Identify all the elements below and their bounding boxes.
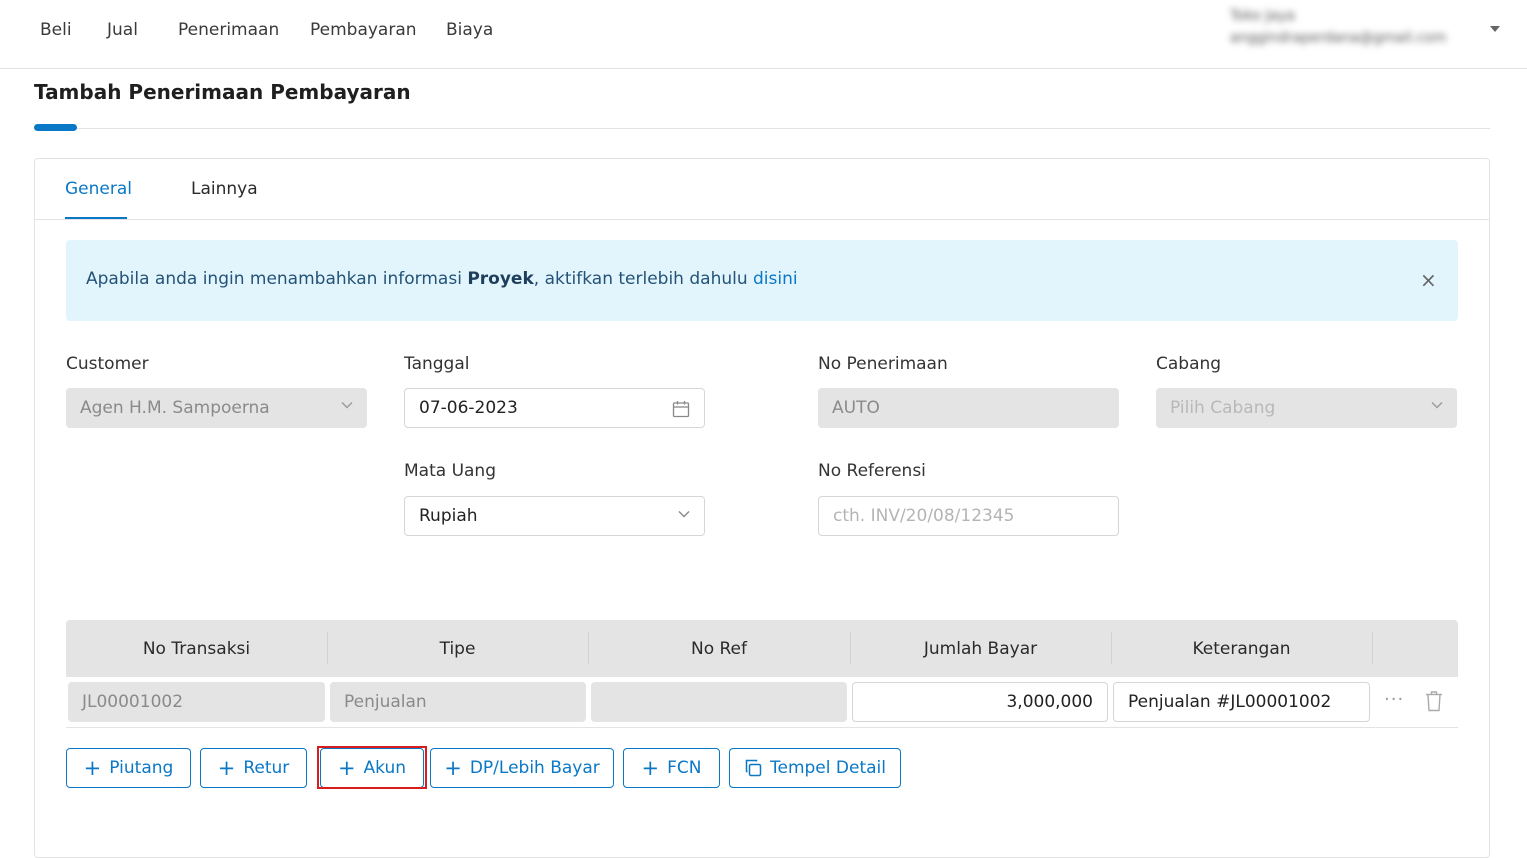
cabang-label: Cabang [1156, 354, 1222, 374]
caret-down-icon[interactable] [1490, 26, 1500, 32]
top-navigation: Beli Jual Penerimaan Pembayaran Biaya To… [0, 0, 1527, 69]
tab-lainnya[interactable]: Lainnya [191, 179, 258, 199]
banner-text-before: Apabila anda ingin menambahkan informasi [86, 269, 468, 289]
customer-label: Customer [66, 354, 149, 374]
no-referensi-label: No Referensi [818, 461, 926, 481]
no-penerimaan-value: AUTO [832, 398, 880, 418]
tab-general[interactable]: General [65, 179, 132, 199]
customer-select[interactable]: Agen H.M. Sampoerna [66, 388, 367, 428]
add-dp-label: DP/Lebih Bayar [469, 758, 600, 778]
tanggal-label: Tanggal [404, 354, 470, 374]
add-fcn-label: FCN [667, 758, 702, 778]
nav-item-biaya[interactable]: Biaya [446, 20, 493, 40]
table-row: JL00001002 Penjualan 3,000,000 Penjualan… [66, 677, 1458, 728]
more-options-icon[interactable]: ··· [1384, 689, 1404, 710]
column-header-tipe: Tipe [439, 638, 476, 659]
chevron-down-icon [1431, 402, 1443, 409]
keterangan-input[interactable]: Penjualan #JL00001002 [1113, 682, 1370, 722]
tipe-cell: Penjualan [330, 682, 586, 722]
add-retur-label: Retur [243, 758, 290, 778]
plus-icon: + [444, 755, 462, 780]
column-header-keterangan: Keterangan [1192, 638, 1291, 659]
add-dp-lebih-bayar-button[interactable]: + DP/Lebih Bayar [430, 748, 614, 788]
calendar-icon[interactable] [672, 400, 690, 418]
plus-icon: + [641, 755, 660, 780]
close-icon[interactable]: × [1420, 268, 1437, 292]
banner-link-disini[interactable]: disini [753, 269, 798, 289]
add-fcn-button[interactable]: + FCN [623, 748, 720, 788]
banner-message: Apabila anda ingin menambahkan informasi… [86, 269, 798, 289]
nav-item-pembayaran[interactable]: Pembayaran [310, 20, 417, 40]
user-menu[interactable]: Toko Jaya anggindraperdana@gmail.com [1230, 8, 1480, 46]
banner-bold-text: Proyek [467, 269, 534, 289]
form-card: General Lainnya Apabila anda ingin menam… [34, 158, 1490, 858]
plus-icon: + [337, 755, 356, 780]
no-penerimaan-field: AUTO [818, 388, 1119, 428]
trash-icon[interactable] [1424, 690, 1444, 712]
jumlah-bayar-input[interactable]: 3,000,000 [852, 682, 1108, 722]
cabang-select[interactable]: Pilih Cabang [1156, 388, 1457, 428]
title-divider [34, 128, 1490, 129]
table-header: No Transaksi Tipe No Ref Jumlah Bayar Ke… [66, 620, 1458, 677]
no-referensi-input[interactable]: cth. INV/20/08/12345 [818, 496, 1119, 536]
user-email: anggindraperdana@gmail.com [1230, 30, 1447, 46]
add-akun-button[interactable]: + Akun [320, 748, 424, 788]
chevron-down-icon [341, 402, 353, 409]
no-penerimaan-label: No Penerimaan [818, 354, 948, 374]
tanggal-value: 07-06-2023 [419, 398, 518, 418]
tempel-detail-label: Tempel Detail [770, 758, 886, 778]
no-ref-cell [591, 682, 847, 722]
cabang-placeholder: Pilih Cabang [1170, 398, 1276, 418]
column-divider [1372, 632, 1373, 664]
mata-uang-select[interactable]: Rupiah [404, 496, 705, 536]
page-title: Tambah Penerimaan Pembayaran [34, 80, 411, 104]
add-piutang-label: Piutang [109, 758, 174, 778]
nav-item-penerimaan[interactable]: Penerimaan [178, 20, 279, 40]
active-tab-indicator [65, 217, 127, 219]
banner-text-after: , aktifkan terlebih dahulu [533, 269, 754, 289]
add-retur-button[interactable]: + Retur [200, 748, 307, 788]
copy-icon [745, 759, 762, 777]
mata-uang-value: Rupiah [419, 506, 478, 526]
add-akun-label: Akun [363, 758, 407, 778]
plus-icon: + [217, 755, 236, 780]
title-accent-bar [34, 124, 77, 131]
mata-uang-label: Mata Uang [404, 461, 496, 481]
column-header-no-transaksi: No Transaksi [142, 638, 251, 659]
tanggal-date-picker[interactable]: 07-06-2023 [404, 388, 705, 428]
info-banner: Apabila anda ingin menambahkan informasi… [66, 240, 1458, 321]
no-transaksi-cell: JL00001002 [68, 682, 325, 722]
tab-bar: General Lainnya [35, 159, 1489, 220]
nav-item-beli[interactable]: Beli [40, 20, 72, 40]
tempel-detail-button[interactable]: Tempel Detail [729, 748, 901, 788]
chevron-down-icon [678, 511, 690, 518]
column-header-jumlah-bayar: Jumlah Bayar [923, 638, 1038, 659]
column-header-no-ref: No Ref [690, 638, 747, 659]
add-piutang-button[interactable]: + Piutang [66, 748, 191, 788]
customer-value: Agen H.M. Sampoerna [80, 398, 270, 418]
nav-item-jual[interactable]: Jual [107, 20, 138, 40]
no-referensi-placeholder: cth. INV/20/08/12345 [833, 506, 1015, 526]
user-name: Toko Jaya [1230, 8, 1295, 24]
plus-icon: + [83, 755, 102, 780]
